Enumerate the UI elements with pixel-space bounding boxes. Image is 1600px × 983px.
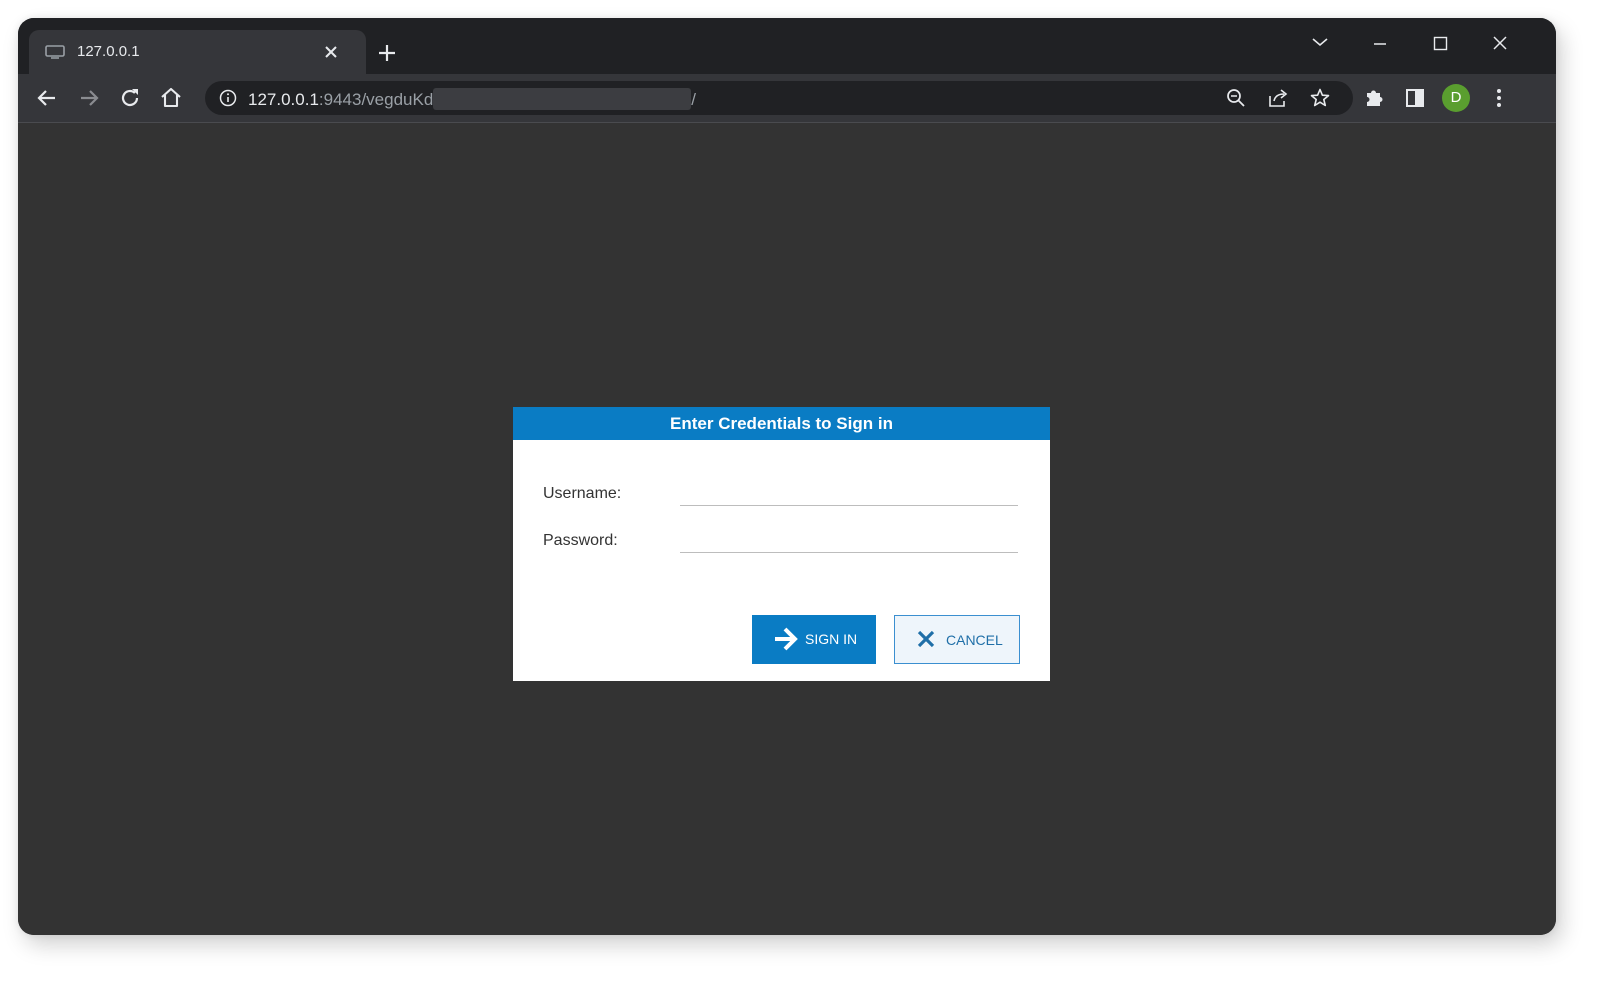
url-text[interactable]: 127.0.0.1:9443/vegduKd / [248, 88, 696, 110]
side-panel-icon[interactable] [1402, 85, 1428, 111]
password-input[interactable] [680, 526, 1018, 553]
reload-icon[interactable] [117, 85, 143, 111]
kebab-menu-icon[interactable] [1486, 85, 1512, 111]
arrow-right-icon[interactable] [76, 85, 102, 111]
home-icon[interactable] [158, 85, 184, 111]
url-host: 127.0.0.1 [248, 90, 319, 109]
url-path: :9443/vegduKd [318, 90, 434, 109]
zoom-out-icon[interactable] [1225, 87, 1247, 109]
profile-avatar[interactable]: D [1442, 84, 1470, 112]
star-icon[interactable] [1309, 87, 1331, 109]
arrow-right-icon [772, 625, 800, 656]
puzzle-icon[interactable] [1361, 85, 1387, 111]
maximize-icon[interactable] [1420, 28, 1460, 60]
address-bar[interactable]: 127.0.0.1:9443/vegduKd / [205, 81, 1353, 115]
browser-window: 127.0.0.1 127.0.0.1:9443/vegduKd / D Ent… [18, 18, 1556, 935]
username-input[interactable] [680, 479, 1018, 506]
password-label: Password: [543, 532, 618, 549]
cancel-label: CANCEL [946, 632, 1003, 648]
dialog-title: Enter Credentials to Sign in [513, 407, 1050, 440]
close-icon [917, 630, 935, 651]
tab-title: 127.0.0.1 [77, 43, 140, 60]
cancel-button[interactable]: CANCEL [894, 615, 1020, 664]
minimize-icon[interactable] [1360, 28, 1400, 60]
url-redaction [433, 88, 692, 110]
sign-in-button[interactable]: SIGN IN [752, 615, 876, 664]
sign-in-dialog: Enter Credentials to Sign in Username: P… [513, 407, 1050, 681]
browser-toolbar: 127.0.0.1:9443/vegduKd / D [18, 74, 1556, 123]
plus-icon[interactable] [376, 42, 398, 64]
username-label: Username: [543, 485, 622, 502]
sign-in-label: SIGN IN [805, 631, 858, 647]
browser-tab[interactable]: 127.0.0.1 [29, 30, 366, 74]
page-content: Enter Credentials to Sign in Username: P… [18, 123, 1556, 935]
monitor-icon [45, 45, 65, 59]
share-icon[interactable] [1267, 87, 1289, 109]
chevron-down-icon[interactable] [1300, 28, 1340, 60]
info-icon[interactable] [219, 89, 237, 107]
url-path-end: / [691, 90, 697, 109]
arrow-left-icon[interactable] [34, 85, 60, 111]
close-icon[interactable] [321, 42, 341, 62]
tab-strip: 127.0.0.1 [18, 18, 1556, 74]
close-icon[interactable] [1480, 28, 1520, 60]
